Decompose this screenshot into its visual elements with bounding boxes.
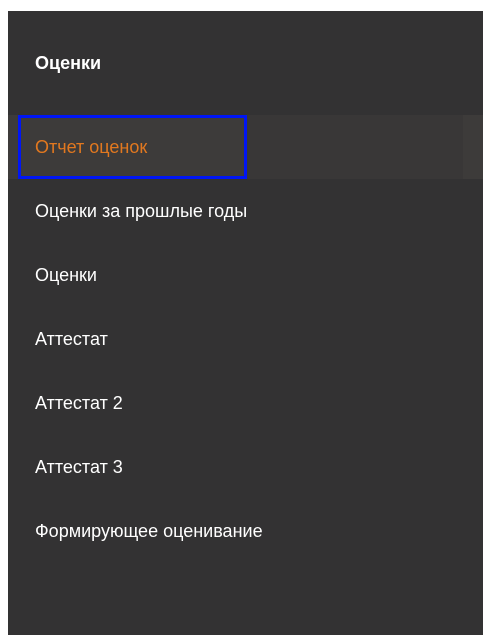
menu-item-past-years-grades[interactable]: Оценки за прошлые годы <box>8 179 483 243</box>
menu-item-grades-report[interactable]: Отчет оценок <box>8 115 483 179</box>
grades-menu: Отчет оценок Оценки за прошлые годы Оцен… <box>8 115 483 563</box>
menu-item-grades[interactable]: Оценки <box>8 243 483 307</box>
menu-item-label: Отчет оценок <box>35 137 148 157</box>
menu-item-certificate-2[interactable]: Аттестат 2 <box>8 371 483 435</box>
menu-item-certificate[interactable]: Аттестат <box>8 307 483 371</box>
sidebar-panel: Оценки Отчет оценок Оценки за прошлые го… <box>8 11 483 635</box>
menu-item-label: Оценки <box>35 265 97 285</box>
menu-item-formative-assessment[interactable]: Формирующее оценивание <box>8 499 483 563</box>
menu-item-label: Формирующее оценивание <box>35 521 263 541</box>
menu-item-certificate-3[interactable]: Аттестат 3 <box>8 435 483 499</box>
menu-item-label: Оценки за прошлые годы <box>35 201 248 221</box>
menu-item-label: Аттестат 3 <box>35 457 123 477</box>
section-title: Оценки <box>35 53 102 73</box>
menu-item-label: Аттестат <box>35 329 108 349</box>
menu-item-label: Аттестат 2 <box>35 393 123 413</box>
active-item-shade <box>247 115 463 179</box>
